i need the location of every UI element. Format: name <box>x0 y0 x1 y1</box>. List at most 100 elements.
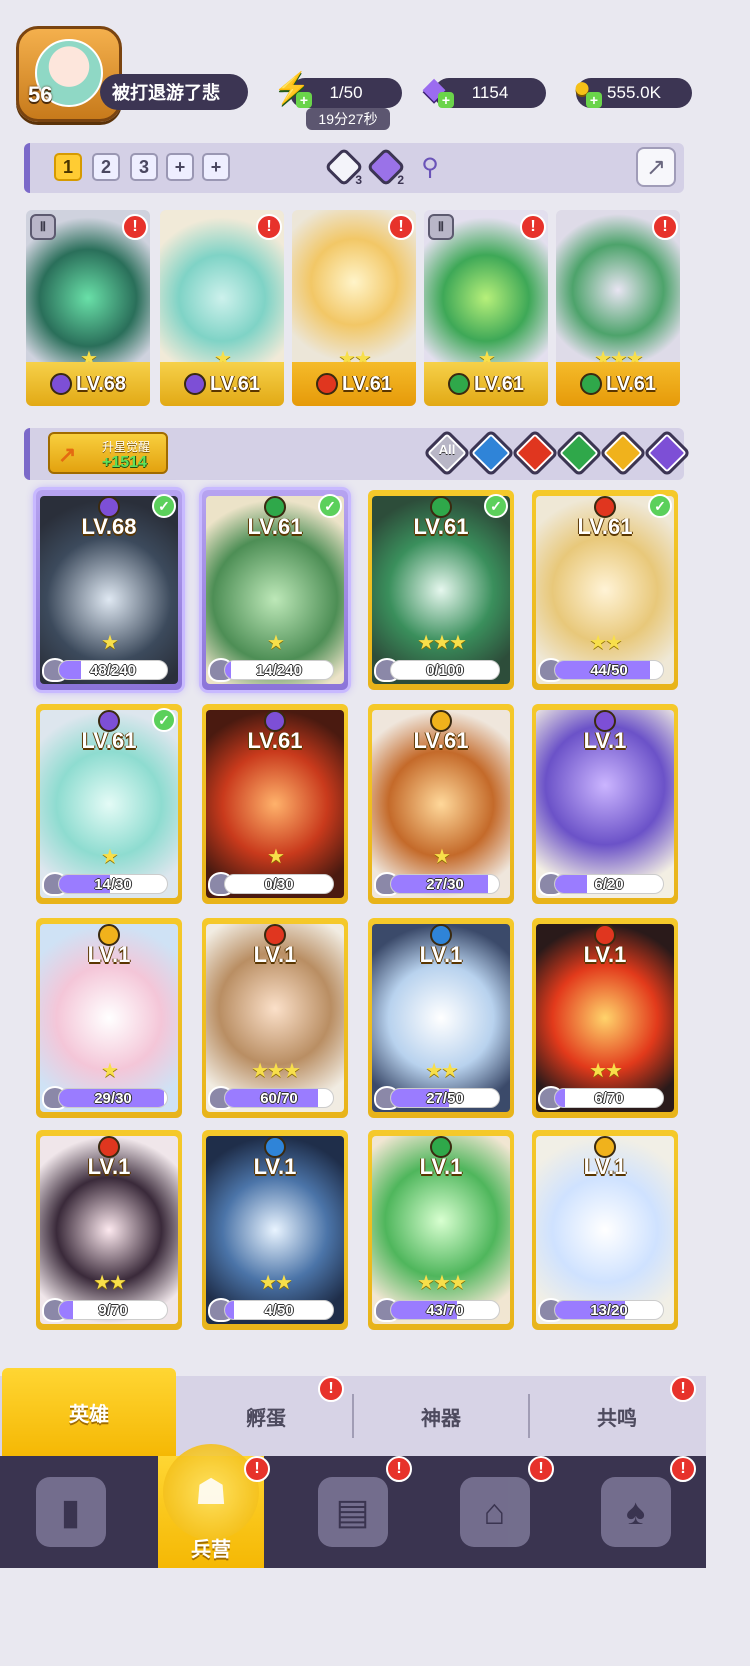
hero-level-wrap: LV.61 <box>36 728 182 754</box>
star-rating: ★ <box>267 632 285 654</box>
hero-card[interactable]: LV.61 ✓ ★ 14/240 <box>202 490 348 690</box>
star-rating: ★ <box>101 632 119 654</box>
star-rating: ★ <box>267 846 285 868</box>
nav-cards[interactable]: ▮ <box>0 1456 141 1568</box>
team-tab-add-2[interactable]: + <box>202 153 230 181</box>
hero-card[interactable]: LV.1 ★★ 6/70 <box>532 918 678 1118</box>
hero-level-wrap: LV.61 <box>202 514 348 540</box>
hero-card[interactable]: LV.1 ★★★ 60/70 <box>202 918 348 1118</box>
shard-progress-bar: 6/70 <box>554 1088 664 1108</box>
hero-card[interactable]: LV.1 ★★★ 43/70 <box>368 1130 514 1330</box>
hero-level: LV.61 <box>605 372 657 395</box>
energy-icon[interactable]: ⚡ + <box>272 68 312 108</box>
magnifier-icon[interactable]: ⚲ <box>410 147 450 187</box>
hero-level-wrap: LV.61 <box>202 728 348 754</box>
hero-card[interactable]: LV.1 6/20 <box>532 704 678 904</box>
purple-gem-count: 2 <box>397 173 404 187</box>
team-slot-1[interactable]: Ⅱ ! ★ LV.68 <box>26 210 150 406</box>
star-rating: ★★★ <box>417 1272 467 1294</box>
shard-progress-bar: 6/20 <box>554 874 664 894</box>
hero-card[interactable]: LV.61 ★ 0/30 <box>202 704 348 904</box>
shard-progress-text: 43/70 <box>426 1302 464 1319</box>
shard-progress-bar: 13/20 <box>554 1300 664 1320</box>
hero-level-wrap: LV.61 <box>532 514 678 540</box>
gold-value: 555.0K <box>607 83 661 102</box>
hero-level: LV.61 <box>341 372 393 395</box>
hero-card[interactable]: LV.1 13/20 <box>532 1130 678 1330</box>
shard-progress-bar: 43/70 <box>390 1300 500 1320</box>
hero-level: LV.1 <box>419 1154 463 1179</box>
filter-nature-icon[interactable] <box>554 428 604 478</box>
hero-level: LV.1 <box>583 728 627 753</box>
filter-dark-icon[interactable] <box>642 428 692 478</box>
star-awaken-label: 升星觉醒 <box>102 440 151 454</box>
shard-progress-text: 4/50 <box>264 1302 294 1319</box>
hero-level-wrap: LV.1 <box>36 942 182 968</box>
hero-card[interactable]: LV.1 ★ 29/30 <box>36 918 182 1118</box>
shard-progress-text: 14/240 <box>256 662 302 679</box>
purple-gem-icon[interactable]: 2 <box>366 147 406 187</box>
purple-element-icon <box>183 373 206 395</box>
upgrade-arrow-icon: ↗ <box>58 442 77 467</box>
white-gem-icon[interactable]: 3 <box>324 147 364 187</box>
team-strip: 1 2 3 + + 3 2 ⚲ ↗ <box>24 143 684 193</box>
tab-artifacts[interactable]: 神器 <box>354 1376 528 1456</box>
shard-progress-bar: 27/50 <box>390 1088 500 1108</box>
bottom-nav: ▮ ☗ 兵营 ! ▤ ! ⌂ ! ♠ ! <box>0 1444 706 1568</box>
gem-icon[interactable]: ◆ + <box>414 68 454 108</box>
shard-progress-bar: 44/50 <box>554 660 664 680</box>
player-name[interactable]: 被打退游了悲 <box>100 74 248 110</box>
shard-progress-text: 29/30 <box>94 1090 132 1107</box>
alert-icon: ! <box>528 1456 554 1482</box>
share-icon[interactable]: ↗ <box>636 147 676 187</box>
alert-icon: ! <box>388 214 414 240</box>
shard-progress-bar: 14/240 <box>224 660 334 680</box>
add-gem-icon[interactable]: + <box>438 92 454 108</box>
hero-card[interactable]: LV.61 ★ 27/30 <box>368 704 514 904</box>
player-level: 56 <box>28 82 53 107</box>
filter-water-icon[interactable] <box>466 428 516 478</box>
team-slot-3[interactable]: ! ★★ LV.61 <box>292 210 416 406</box>
shop-building-icon: ⌂ <box>459 1477 530 1547</box>
team-slot-4[interactable]: Ⅱ ! ★ LV.61 <box>424 210 548 406</box>
gold-coin-icon[interactable]: ● + <box>562 68 602 108</box>
add-energy-icon[interactable]: + <box>296 92 312 108</box>
gem-value: 1154 <box>471 83 509 102</box>
hero-level-wrap: LV.1 <box>36 1154 182 1180</box>
star-rating: ★ <box>101 846 119 868</box>
alert-icon: ! <box>244 1456 270 1482</box>
hero-level: LV.61 <box>413 514 469 539</box>
hero-level: LV.61 <box>247 728 303 753</box>
check-icon: ✓ <box>152 708 176 732</box>
hero-card[interactable]: LV.1 ★★ 4/50 <box>202 1130 348 1330</box>
filter-fire-icon[interactable] <box>510 428 560 478</box>
guild-mushroom-icon: ♠ <box>600 1477 671 1547</box>
shard-progress-bar: 27/30 <box>390 874 500 894</box>
star-rating: ★ <box>433 846 451 868</box>
star-awaken-button[interactable]: ↗ 升星觉醒 +1514 <box>48 432 168 474</box>
team-tab-1[interactable]: 1 <box>54 153 82 181</box>
sub-tab-bar: 英雄 孵蛋 ! 神器 共鸣 ! <box>0 1368 706 1456</box>
hero-card[interactable]: LV.68 ✓ ★ 48/240 <box>36 490 182 690</box>
shard-progress-bar: 9/70 <box>58 1300 168 1320</box>
team-tab-3[interactable]: 3 <box>130 153 158 181</box>
tab-heroes[interactable]: 英雄 <box>2 1368 176 1456</box>
hero-card[interactable]: LV.61 ✓ ★★★ 0/100 <box>368 490 514 690</box>
alert-icon: ! <box>670 1376 696 1402</box>
hero-level: LV.68 <box>75 372 127 395</box>
shard-progress-text: 6/70 <box>594 1090 624 1107</box>
team-slot-2[interactable]: ! ★ LV.61 <box>160 210 284 406</box>
hero-card[interactable]: LV.1 ★★ 9/70 <box>36 1130 182 1330</box>
team-tab-add-1[interactable]: + <box>166 153 194 181</box>
hero-level: LV.1 <box>87 942 131 967</box>
energy-value: 1/50 <box>329 83 363 102</box>
hero-card[interactable]: LV.1 ★★ 27/50 <box>368 918 514 1118</box>
filter-light-icon[interactable] <box>598 428 648 478</box>
add-gold-icon[interactable]: + <box>586 92 602 108</box>
fire-element-icon <box>315 373 338 395</box>
team-slot-5[interactable]: ! ★★★ LV.61 <box>556 210 680 406</box>
hero-card[interactable]: LV.61 ✓ ★ 14/30 <box>36 704 182 904</box>
hero-card[interactable]: LV.61 ✓ ★★ 44/50 <box>532 490 678 690</box>
check-icon: ✓ <box>484 494 508 518</box>
team-tab-2[interactable]: 2 <box>92 153 120 181</box>
